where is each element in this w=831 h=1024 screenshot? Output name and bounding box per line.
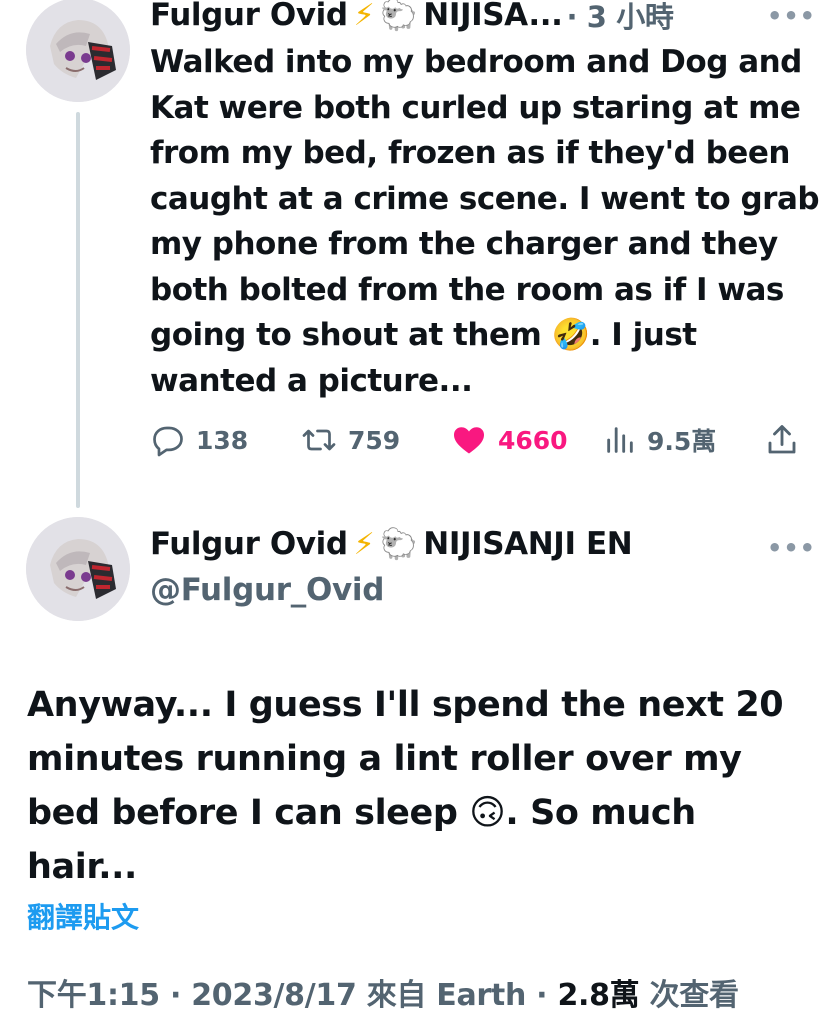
view-count-label: 次查看 — [649, 978, 739, 1013]
sheep-icon: 🐑 — [380, 0, 418, 33]
more-options-button[interactable]: ••• — [767, 2, 816, 30]
share-button[interactable] — [764, 422, 810, 458]
view-count[interactable]: 2.8萬 — [557, 978, 639, 1013]
translate-post-link[interactable]: 翻譯貼文 — [27, 896, 139, 936]
sheep-icon: 🐑 — [380, 526, 418, 562]
retweet-button[interactable]: 759 — [300, 422, 400, 458]
author-affiliation: NIJISA... — [423, 0, 563, 33]
meta-separator: · — [536, 978, 548, 1013]
heart-icon — [454, 427, 484, 454]
avatar-image — [26, 0, 130, 102]
retweet-icon — [302, 429, 336, 451]
reply-author-row[interactable]: Fulgur Ovid ⚡ 🐑 NIJISA... · 3 小時 — [150, 0, 674, 36]
author-affiliation: NIJISANJI EN — [423, 526, 633, 562]
main-author-row[interactable]: Fulgur Ovid ⚡ 🐑 NIJISANJI EN — [150, 526, 633, 562]
avatar[interactable] — [26, 517, 130, 621]
reply-button[interactable]: 138 — [150, 422, 248, 458]
more-options-button[interactable]: ••• — [767, 534, 816, 562]
bolt-icon: ⚡ — [353, 526, 375, 562]
like-count: 4660 — [498, 425, 568, 455]
reply-icon — [153, 426, 183, 457]
like-button[interactable]: 4660 — [450, 422, 568, 458]
share-icon — [768, 425, 796, 454]
rofl-emoji-icon: 🤣 — [551, 317, 591, 353]
retweet-count: 759 — [348, 425, 401, 455]
reply-tweet-text: Walked into my bedroom and Dog and Kat w… — [150, 40, 820, 404]
source-prefix: 來自 — [366, 978, 427, 1013]
author-handle[interactable]: @Fulgur_Ovid — [150, 572, 384, 608]
bolt-icon: ⚡ — [353, 0, 375, 33]
tweet-text-part: Walked into my bedroom and Dog and Kat w… — [150, 44, 820, 353]
thread-connector-line — [76, 112, 80, 508]
main-tweet-text: Anyway... I guess I'll spend the next 20… — [27, 678, 817, 894]
upside-down-face-emoji-icon: 🙃 — [469, 793, 506, 833]
views-icon — [607, 427, 633, 453]
tweet-time[interactable]: · 3 小時 — [566, 0, 673, 36]
views-count: 9.5萬 — [647, 427, 717, 456]
author-name[interactable]: Fulgur Ovid — [150, 526, 348, 562]
tweet-time[interactable]: 下午1:15 — [27, 978, 160, 1013]
reply-count: 138 — [196, 425, 249, 455]
avatar[interactable] — [26, 0, 130, 102]
tweet-metadata: 下午1:15 · 2023/8/17 來自 Earth · 2.8萬 次查看 — [27, 970, 739, 1014]
views-button[interactable]: 9.5萬 — [603, 422, 716, 458]
tweet-date[interactable]: · 2023/8/17 — [170, 978, 357, 1013]
avatar-image — [26, 517, 130, 621]
author-name[interactable]: Fulgur Ovid — [150, 0, 348, 33]
tweet-source: Earth — [436, 978, 527, 1013]
